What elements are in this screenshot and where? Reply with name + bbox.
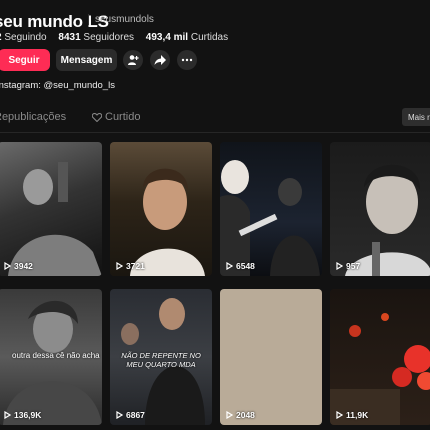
video-thumbnail <box>8 162 102 276</box>
view-count: 6867 <box>116 410 145 420</box>
view-count: 2048 <box>226 410 255 420</box>
play-icon <box>116 262 123 270</box>
add-friend-button[interactable] <box>123 50 143 70</box>
video-thumbnail <box>220 160 320 276</box>
tab-reposts-label: Republicações <box>0 111 67 123</box>
video-caption: outra dessa cê não acha <box>12 351 100 360</box>
play-icon <box>226 262 233 270</box>
profile-stats: 2 Seguindo 8431 Seguidores 493,4 mil Cur… <box>0 32 237 43</box>
view-count: 11,9K <box>336 410 368 420</box>
view-count: 3942 <box>4 261 33 271</box>
video-tile[interactable]: 11,9K <box>330 289 430 425</box>
following-label[interactable]: Seguindo <box>4 32 46 43</box>
video-tile[interactable]: 6548 <box>220 142 322 276</box>
view-count: 3721 <box>116 261 145 271</box>
video-caption: NÃO DE REPENTE NO MEU QUARTO MDA <box>121 351 201 369</box>
share-arrow-icon <box>154 55 166 65</box>
add-person-icon <box>128 55 139 65</box>
video-tile[interactable]: 3721 <box>110 142 212 276</box>
tab-reposts[interactable]: Republicações <box>0 111 66 123</box>
play-icon <box>4 262 11 270</box>
play-icon <box>4 411 11 419</box>
video-tile[interactable]: 2048 <box>220 289 322 425</box>
share-button[interactable] <box>150 50 170 70</box>
play-icon <box>336 262 343 270</box>
play-icon <box>116 411 123 419</box>
video-thumbnail <box>330 313 430 425</box>
tab-divider <box>0 132 430 133</box>
view-count: 957 <box>336 261 360 271</box>
followers-label[interactable]: Seguidores <box>83 32 134 43</box>
likes-count: 493,4 mil <box>145 32 189 43</box>
view-count: 6548 <box>226 261 255 271</box>
followers-count[interactable]: 8431 <box>58 32 80 43</box>
video-tile[interactable]: 3942 <box>0 142 102 276</box>
tab-liked[interactable]: Curtido <box>92 111 140 123</box>
profile-username: seusmundols <box>88 14 154 25</box>
video-tile[interactable]: 957 <box>330 142 430 276</box>
play-icon <box>226 411 233 419</box>
more-options-button[interactable] <box>177 50 197 70</box>
profile-bio: Instagram: @seu_mundo_ls <box>0 80 115 91</box>
tab-liked-label: Curtido <box>105 111 141 123</box>
play-icon <box>336 411 343 419</box>
heart-outline-icon <box>92 112 102 122</box>
video-tile[interactable]: outra dessa cê não acha 136,9K <box>0 289 102 425</box>
video-thumbnail <box>130 168 205 276</box>
ellipsis-icon <box>181 58 193 62</box>
video-thumbnail <box>345 164 430 276</box>
message-button[interactable]: Mensagem <box>56 49 117 71</box>
following-count[interactable]: 2 <box>0 32 2 43</box>
sort-button[interactable]: Mais re <box>402 108 430 126</box>
video-tile[interactable]: NÃO DE REPENTE NO MEU QUARTO MDA 6867 <box>110 289 212 425</box>
likes-label: Curtidas <box>190 32 229 43</box>
follow-button[interactable]: Seguir <box>0 49 50 71</box>
view-count: 136,9K <box>4 410 41 420</box>
